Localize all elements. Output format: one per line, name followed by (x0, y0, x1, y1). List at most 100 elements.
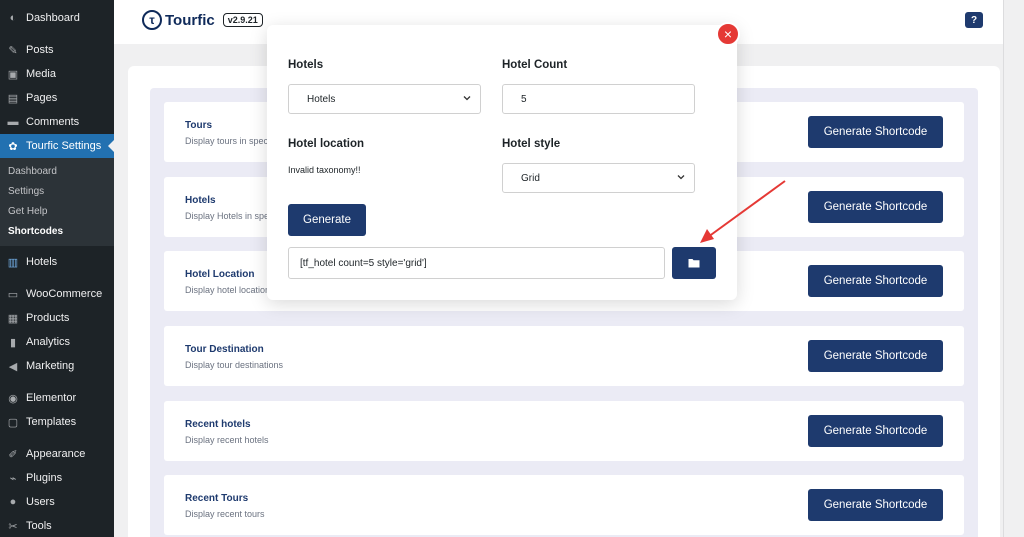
users-icon: ● (9, 496, 17, 508)
generate-shortcode-button[interactable]: Generate Shortcode (808, 340, 943, 372)
tourfic-submenu: Dashboard Settings Get Help Shortcodes (0, 158, 114, 246)
sidebar-item-appearance[interactable]: ✐ Appearance (0, 442, 114, 466)
sidebar-item-tools[interactable]: ✂ Tools (0, 514, 114, 537)
generate-shortcode-button[interactable]: Generate Shortcode (808, 116, 943, 148)
generate-button[interactable]: Generate (288, 204, 366, 236)
sidebar-item-label: Pages (26, 92, 58, 104)
media-icon: ▣ (7, 68, 19, 81)
sidebar-item-marketing[interactable]: ◀ Marketing (0, 354, 114, 378)
comment-icon: ▬ (7, 116, 19, 128)
woo-icon: ▭ (7, 288, 19, 301)
invalid-taxonomy-message: Invalid taxonomy!! (288, 165, 361, 175)
sidebar-item-label: Tourfic Settings (26, 140, 102, 152)
sidebar-item-plugins[interactable]: ⌁ Plugins (0, 466, 114, 490)
card-desc: Display recent tours (185, 509, 265, 519)
sidebar-item-label: Plugins (26, 472, 63, 484)
folder-icon (688, 259, 700, 268)
card-title: Hotels (185, 195, 216, 206)
sidebar-item-woocommerce[interactable]: ▭ WooCommerce (0, 282, 114, 306)
card-desc: Display recent hotels (185, 435, 269, 445)
sidebar-item-label: Hotels (26, 256, 58, 268)
sidebar-item-dashboard[interactable]: ◐ Dashboard (0, 6, 114, 30)
admin-sidebar: ◐ Dashboard ✎ Posts ▣ Media ▤ Pages ▬ Comment… (0, 0, 114, 537)
hotel-style-label: Hotel style (502, 138, 561, 150)
sidebar-item-label: Marketing (26, 360, 75, 372)
annotation-arrow (700, 180, 786, 243)
hotel-style-value: Grid (521, 172, 540, 184)
pages-icon: ▤ (7, 92, 19, 105)
sidebar-item-label: Media (26, 68, 56, 80)
wrench-icon: ✂ (8, 520, 18, 533)
hotel-count-value: 5 (521, 93, 527, 105)
hotel-count-label: Hotel Count (502, 59, 568, 71)
brush-icon: ✐ (8, 448, 18, 461)
tourfic-logo: τ Tourfic v2.9.21 (142, 10, 263, 30)
logo-text: Tourfic (165, 11, 215, 29)
shortcode-output-field[interactable]: [tf_hotel count=5 style='grid'] (288, 247, 665, 279)
sidebar-item-label: WooCommerce (26, 288, 103, 300)
card-title: Tour Destination (185, 344, 264, 355)
sidebar-item-comments[interactable]: ▬ Comments (0, 110, 114, 134)
sidebar-item-label: Templates (26, 416, 77, 428)
version-badge: v2.9.21 (222, 13, 263, 27)
sidebar-item-label: Tools (26, 520, 52, 532)
analytics-icon: ▮ (9, 336, 17, 349)
card-title: Recent Tours (185, 493, 249, 504)
generate-shortcode-button[interactable]: Generate Shortcode (808, 191, 943, 223)
sidebar-item-posts[interactable]: ✎ Posts (0, 38, 114, 62)
submenu-shortcodes[interactable]: Shortcodes (0, 222, 114, 242)
card-recent-tours: Recent Tours Display recent tours Genera… (164, 475, 964, 535)
card-title: Recent hotels (185, 419, 251, 430)
sidebar-item-products[interactable]: ▦ Products (0, 306, 114, 330)
chevron-down-icon (463, 96, 471, 101)
tourfic-icon: ✿ (8, 140, 18, 153)
card-desc: Display hotel locations (185, 285, 275, 295)
card-tour-destination: Tour Destination Display tour destinatio… (164, 326, 964, 386)
products-icon: ▦ (7, 312, 19, 325)
elementor-icon: ◉ (8, 392, 18, 405)
card-title: Tours (185, 120, 213, 131)
page-scrollbar[interactable] (1003, 0, 1024, 537)
plugin-icon: ⌁ (9, 472, 17, 485)
help-icon[interactable]: ? (965, 12, 983, 28)
sidebar-item-label: Appearance (26, 448, 86, 460)
submenu-settings[interactable]: Settings (0, 182, 114, 202)
copy-button[interactable] (672, 247, 716, 279)
sidebar-item-hotels[interactable]: ▥ Hotels (0, 250, 114, 274)
hotel-icon: ▥ (7, 256, 19, 269)
generate-shortcode-button[interactable]: Generate Shortcode (808, 265, 943, 297)
hotel-location-label: Hotel location (288, 138, 365, 150)
hotel-style-select[interactable]: Grid (502, 163, 695, 193)
sidebar-item-analytics[interactable]: ▮ Analytics (0, 330, 114, 354)
card-desc: Display tour destinations (185, 360, 284, 370)
sidebar-item-label: Posts (26, 44, 54, 56)
sidebar-item-label: Users (26, 496, 55, 508)
submenu-dashboard[interactable]: Dashboard (0, 162, 114, 182)
sidebar-item-label: Products (26, 312, 70, 324)
submenu-get-help[interactable]: Get Help (0, 202, 114, 222)
card-title: Hotel Location (185, 269, 255, 280)
tourfic-logo-icon: τ (142, 10, 162, 30)
sidebar-item-media[interactable]: ▣ Media (0, 62, 114, 86)
sidebar-item-label: Analytics (26, 336, 71, 348)
dashboard-icon: ◐ (9, 12, 17, 24)
sidebar-item-label: Elementor (26, 392, 77, 404)
hotels-select[interactable]: Hotels (288, 84, 481, 114)
sidebar-item-label: Dashboard (26, 12, 80, 24)
megaphone-icon: ◀ (8, 360, 18, 373)
generate-shortcode-button[interactable]: Generate Shortcode (808, 489, 943, 521)
chevron-down-icon (677, 175, 685, 180)
card-recent-hotels: Recent hotels Display recent hotels Gene… (164, 401, 964, 461)
sidebar-item-elementor[interactable]: ◉ Elementor (0, 386, 114, 410)
generate-shortcode-button[interactable]: Generate Shortcode (808, 415, 943, 447)
sidebar-item-pages[interactable]: ▤ Pages (0, 86, 114, 110)
sidebar-item-tourfic-settings[interactable]: ✿ Tourfic Settings (0, 134, 114, 158)
sidebar-item-users[interactable]: ● Users (0, 490, 114, 514)
templates-icon: ▢ (7, 416, 19, 429)
sidebar-item-label: Comments (26, 116, 80, 128)
sidebar-item-templates[interactable]: ▢ Templates (0, 410, 114, 434)
hotels-label: Hotels (288, 59, 324, 71)
hotels-select-value: Hotels (307, 93, 336, 105)
close-icon[interactable]: × (716, 22, 740, 46)
hotel-count-input[interactable]: 5 (502, 84, 695, 114)
